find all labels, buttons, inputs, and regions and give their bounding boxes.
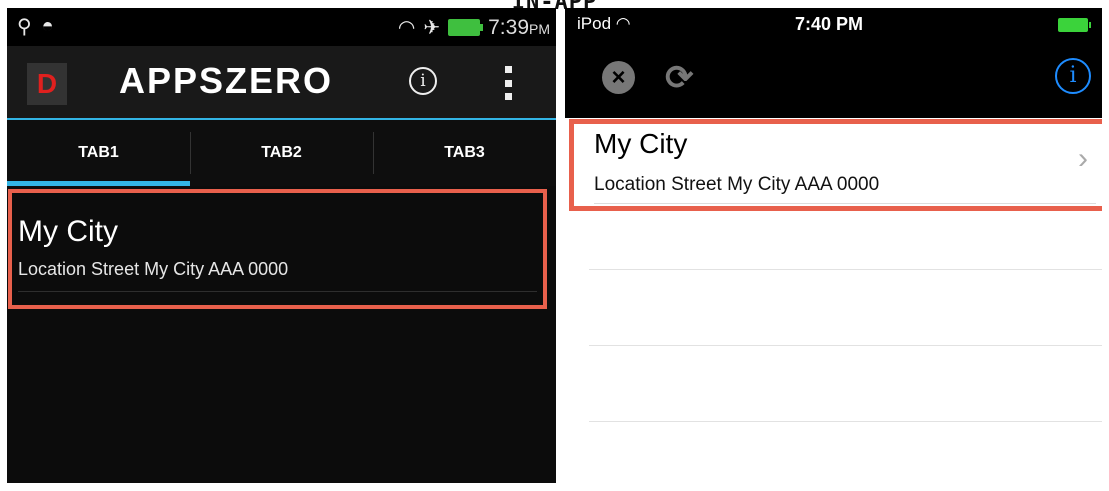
info-icon[interactable]: i bbox=[409, 67, 437, 95]
android-status-bar: ⚲ ◓ ◠ ✈ 7:39PM bbox=[7, 8, 556, 46]
list-item-title: My City bbox=[594, 128, 688, 159]
tab-2[interactable]: TAB2 bbox=[190, 120, 373, 186]
list-separator bbox=[589, 421, 1102, 422]
list-item-subtitle: Location Street My City AAA 0000 bbox=[18, 259, 289, 279]
ios-screen: iPod ◠ 7:40 PM × ⟳ i My City Location St… bbox=[565, 8, 1102, 483]
refresh-icon[interactable]: ⟳ bbox=[665, 58, 694, 98]
ios-status-bar: iPod ◠ 7:40 PM bbox=[565, 8, 1102, 40]
app-title: APPSZERO bbox=[119, 60, 334, 101]
android-action-bar: D APPSZERO i bbox=[7, 46, 556, 120]
battery-icon bbox=[448, 19, 484, 36]
close-icon[interactable]: × bbox=[602, 61, 635, 94]
ios-status-time: 7:40 PM bbox=[795, 14, 864, 34]
divider bbox=[18, 291, 537, 292]
list-item-title: My City bbox=[18, 215, 118, 248]
battery-icon bbox=[1058, 18, 1091, 32]
chevron-right-icon: › bbox=[1078, 142, 1088, 175]
wifi-icon: ◠ bbox=[615, 14, 631, 33]
ios-nav-bar: × ⟳ i bbox=[565, 40, 1102, 118]
info-icon[interactable]: i bbox=[1055, 58, 1091, 94]
android-robot-icon: ◓ bbox=[41, 15, 54, 37]
airplane-icon: ✈ bbox=[423, 17, 441, 39]
list-separator bbox=[589, 269, 1102, 270]
android-list-item[interactable]: My City Location Street My City AAA 0000 bbox=[8, 189, 547, 309]
wifi-icon: ◠ bbox=[397, 17, 416, 39]
list-separator bbox=[589, 345, 1102, 346]
app-logo[interactable]: D bbox=[27, 63, 67, 105]
usb-icon: ⚲ bbox=[17, 16, 32, 38]
android-tab-bar: TAB1 TAB2 TAB3 bbox=[7, 120, 556, 186]
list-item-subtitle: Location Street My City AAA 0000 bbox=[594, 174, 880, 195]
divider bbox=[594, 203, 1096, 204]
tab-1[interactable]: TAB1 bbox=[7, 120, 190, 186]
tab-3[interactable]: TAB3 bbox=[373, 120, 556, 186]
ios-carrier: iPod ◠ bbox=[577, 14, 631, 33]
android-screen: ⚲ ◓ ◠ ✈ 7:39PM D APPSZERO i TAB1 TAB2 TA… bbox=[7, 8, 556, 483]
android-status-time: 7:39PM bbox=[488, 15, 550, 39]
ios-list-item[interactable]: My City Location Street My City AAA 0000… bbox=[569, 119, 1102, 211]
overflow-menu-icon[interactable] bbox=[505, 66, 513, 100]
